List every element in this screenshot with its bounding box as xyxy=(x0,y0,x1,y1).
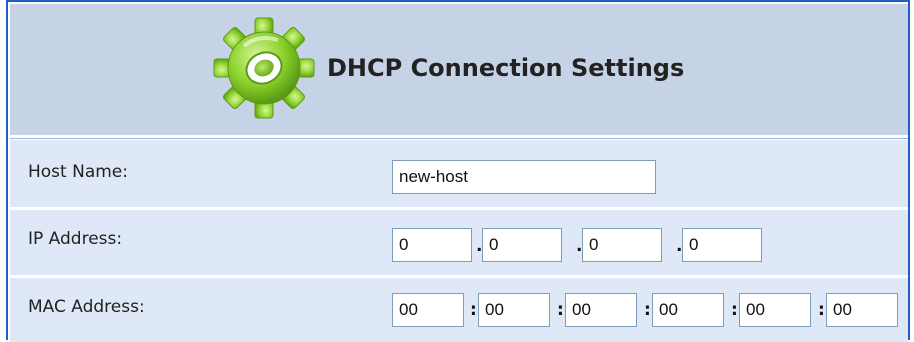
ip-address-row: IP Address: . . . xyxy=(10,209,908,276)
ip-octet-1-input[interactable] xyxy=(392,228,472,262)
panel-header: DHCP Connection Settings xyxy=(10,4,908,135)
ip-address-label: IP Address: xyxy=(28,229,123,249)
mac-separator: : xyxy=(470,300,477,320)
mac-separator: : xyxy=(644,300,651,320)
page-title: DHCP Connection Settings xyxy=(327,54,685,82)
host-name-label: Host Name: xyxy=(28,162,128,182)
gear-icon xyxy=(213,17,315,119)
dhcp-settings-panel: DHCP Connection Settings Host Name: IP A… xyxy=(6,0,910,342)
mac-separator: : xyxy=(818,300,825,320)
mac-byte-5-input[interactable] xyxy=(739,293,811,327)
mac-byte-6-input[interactable] xyxy=(826,293,898,327)
mac-byte-3-input[interactable] xyxy=(565,293,637,327)
host-name-row: Host Name: xyxy=(10,139,908,208)
ip-octet-2-input[interactable] xyxy=(482,228,562,262)
mac-separator: : xyxy=(557,300,564,320)
mac-address-label: MAC Address: xyxy=(28,297,145,317)
mac-byte-2-input[interactable] xyxy=(478,293,550,327)
host-name-input[interactable] xyxy=(392,160,656,194)
mac-separator: : xyxy=(731,300,738,320)
ip-octet-4-input[interactable] xyxy=(682,228,762,262)
mac-address-row: MAC Address: : : : : : xyxy=(10,277,908,342)
mac-byte-1-input[interactable] xyxy=(392,293,464,327)
ip-octet-3-input[interactable] xyxy=(582,228,662,262)
mac-byte-4-input[interactable] xyxy=(652,293,724,327)
